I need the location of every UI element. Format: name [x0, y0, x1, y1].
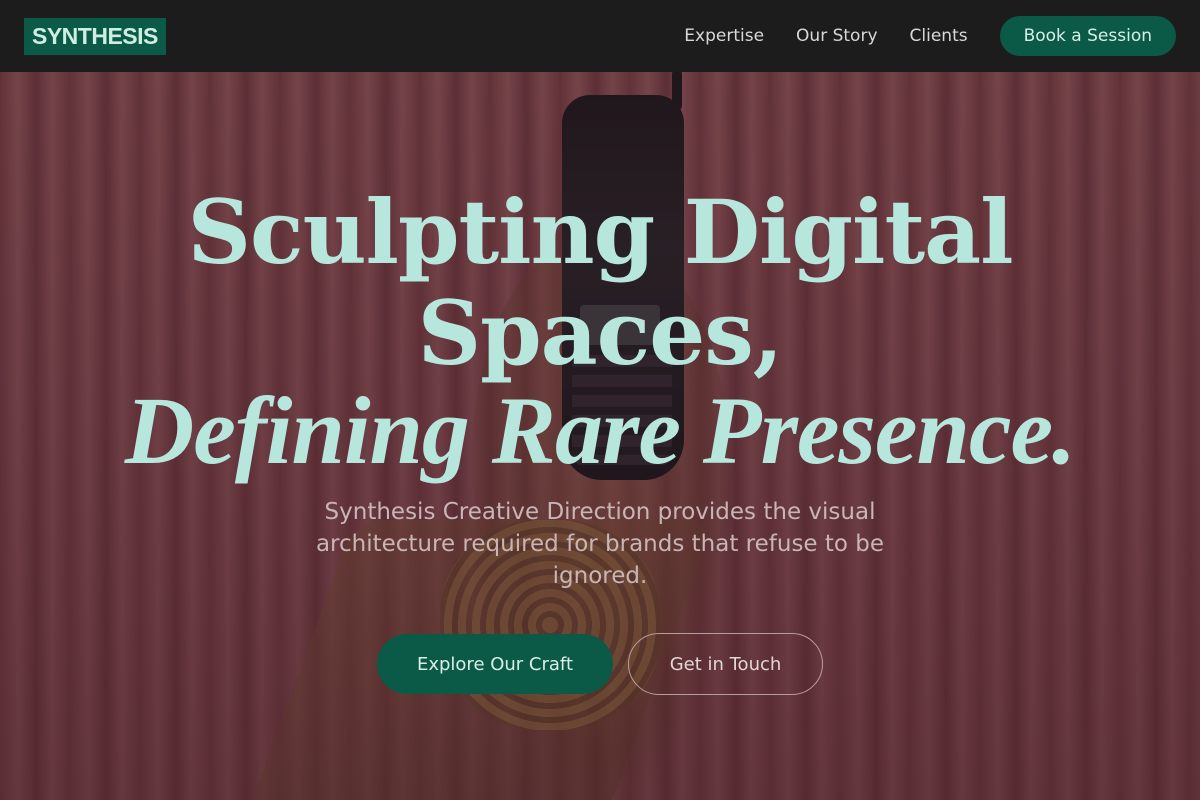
hero-headline-line-3: Defining Rare Presence.	[124, 377, 1076, 484]
book-session-button[interactable]: Book a Session	[999, 16, 1176, 56]
nav-link-clients[interactable]: Clients	[910, 26, 968, 46]
explore-craft-button[interactable]: Explore Our Craft	[377, 634, 613, 694]
top-navigation-bar: SYNTHESIS Expertise Our Story Clients Bo…	[0, 0, 1200, 72]
get-in-touch-button[interactable]: Get in Touch	[628, 633, 823, 695]
hero-headline-line-2: Spaces,	[417, 281, 784, 385]
hero-headline-line-1: Sculpting Digital	[187, 180, 1013, 284]
hero-section: Sculpting Digital Spaces, Defining Rare …	[0, 0, 1200, 800]
hero-subtitle: Synthesis Creative Direction provides th…	[315, 499, 885, 589]
brand-logo[interactable]: SYNTHESIS	[24, 17, 166, 55]
nav-link-expertise[interactable]: Expertise	[684, 26, 764, 46]
nav-link-our-story[interactable]: Our Story	[796, 26, 877, 46]
nav-menu: Expertise Our Story Clients Book a Sessi…	[684, 16, 1176, 56]
